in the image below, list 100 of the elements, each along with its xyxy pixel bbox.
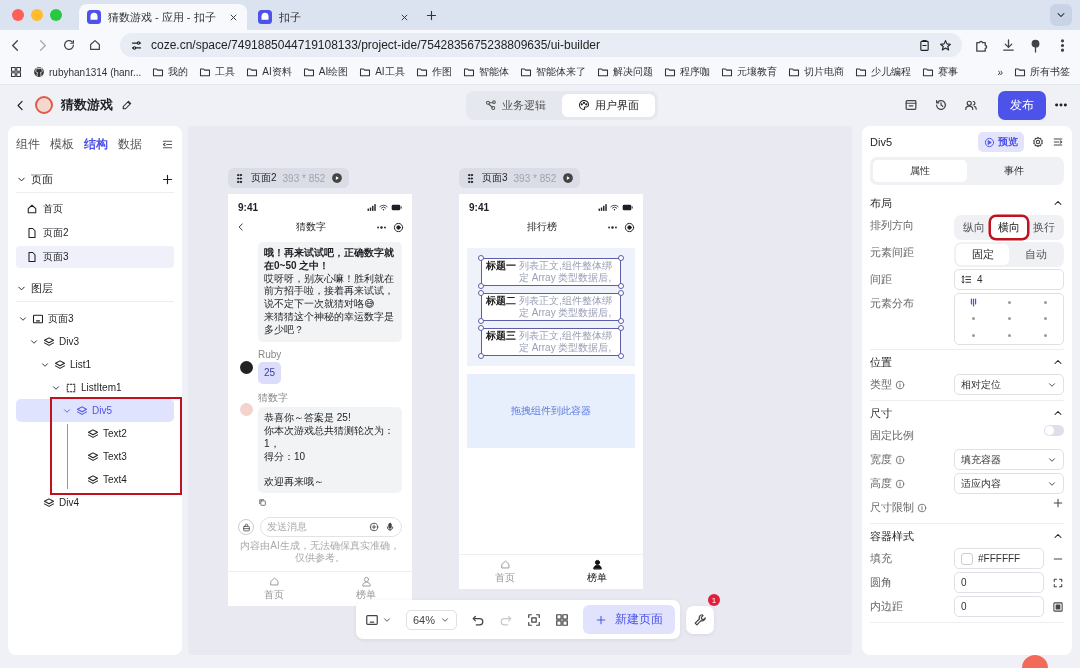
page-item[interactable]: 首页 xyxy=(16,198,174,220)
star-icon[interactable] xyxy=(939,38,952,52)
text-field[interactable]: 0 xyxy=(954,572,1044,593)
segment-option[interactable]: 横向 xyxy=(991,217,1027,238)
tree-item[interactable]: ListItem1 xyxy=(16,376,174,399)
preview-button[interactable]: 预览 xyxy=(978,132,1024,152)
resize-handle[interactable] xyxy=(618,255,624,261)
copy-icon[interactable] xyxy=(258,498,267,508)
bookmark[interactable]: 智能体 xyxy=(462,65,509,79)
expand-panel-icon[interactable] xyxy=(1052,136,1064,148)
bookmark[interactable]: 智能体来了 xyxy=(519,65,586,79)
list-item[interactable]: 标题一 列表正文,组件整体绑定 Array 类型数据后, xyxy=(481,258,621,286)
more-bookmarks-button[interactable]: » xyxy=(997,66,1003,78)
select-field[interactable]: 填充容器 xyxy=(954,449,1064,470)
drag-handle-icon[interactable] xyxy=(234,172,245,184)
grid-icon[interactable] xyxy=(555,612,570,627)
corners-icon[interactable] xyxy=(1052,576,1064,589)
home-icon[interactable] xyxy=(88,38,102,52)
page-item[interactable]: 页面3 xyxy=(16,246,174,268)
resize-handle[interactable] xyxy=(618,353,624,359)
color-field[interactable]: #FFFFFF xyxy=(954,548,1044,569)
resize-handle[interactable] xyxy=(478,255,484,261)
new-page-button[interactable]: 新建页面 xyxy=(583,605,676,634)
tune-icon[interactable] xyxy=(130,38,143,52)
bookmark[interactable]: 切片电商 xyxy=(787,65,844,79)
reload-icon[interactable] xyxy=(62,38,76,52)
users-icon[interactable] xyxy=(964,98,978,112)
mode-tab[interactable]: 用户界面 xyxy=(562,93,655,117)
panel-tab[interactable]: 结构 xyxy=(84,136,108,153)
add-icon[interactable] xyxy=(369,522,379,533)
list-item[interactable]: 标题二 列表正文,组件整体绑定 Array 类型数据后, xyxy=(481,293,621,321)
microphone-icon[interactable] xyxy=(385,522,395,533)
browser-tab[interactable]: 猜数游戏 - 应用 - 扣子 xyxy=(79,4,247,30)
segment-option[interactable]: 自动 xyxy=(1009,244,1062,265)
edit-icon[interactable] xyxy=(121,99,133,111)
number-field[interactable]: 4 xyxy=(954,269,1064,290)
tree-item[interactable]: Text4 xyxy=(16,468,174,491)
panel-tab[interactable]: 组件 xyxy=(16,136,40,153)
device-button[interactable] xyxy=(365,612,392,627)
list-item[interactable]: 标题三 列表正文,组件整体绑定 Array 类型数据后, xyxy=(481,328,621,356)
address-field[interactable]: coze.cn/space/7491885044719108133/project-ide/7542835675238809635/ui-builder xyxy=(120,33,962,57)
play-icon[interactable] xyxy=(331,172,344,184)
download-icon[interactable] xyxy=(1001,37,1016,53)
bookmark[interactable]: 解决问题 xyxy=(596,65,653,79)
bookmark[interactable]: 我的 xyxy=(152,65,189,79)
tab-bar-item[interactable]: 榜单 xyxy=(587,559,607,585)
fit-screen-icon[interactable] xyxy=(527,612,542,627)
bookmark[interactable]: 少儿编程 xyxy=(854,65,911,79)
publish-button[interactable]: 发布 xyxy=(998,90,1046,120)
bookmark[interactable]: 程序咖 xyxy=(663,65,710,79)
plus-icon[interactable] xyxy=(161,173,174,186)
tree-item[interactable]: 页面3 xyxy=(16,307,174,330)
bookmark[interactable]: 工具 xyxy=(199,65,236,79)
tree-item[interactable]: Text3 xyxy=(16,445,174,468)
zoom-select[interactable]: 64% xyxy=(406,609,458,630)
bookmark[interactable]: rubyhan1314 (hanr... xyxy=(33,66,142,78)
target-icon[interactable] xyxy=(393,221,404,233)
tools-button[interactable] xyxy=(686,605,715,634)
text-field[interactable]: 0 xyxy=(954,596,1044,617)
panel-tab[interactable]: 模板 xyxy=(50,136,74,153)
target-icon[interactable] xyxy=(624,221,635,233)
segment-option[interactable]: 换行 xyxy=(1026,217,1062,238)
tree-item[interactable]: Div3 xyxy=(16,330,174,353)
clipboard-icon[interactable] xyxy=(918,38,931,52)
tree-item[interactable]: Text2 xyxy=(16,422,174,445)
bookmark[interactable]: AI工具 xyxy=(359,65,405,79)
panel-tab[interactable]: 属性 xyxy=(873,160,967,182)
padding-icon[interactable] xyxy=(1052,600,1064,613)
tree-item[interactable]: List1 xyxy=(16,353,174,376)
drag-handle-icon[interactable] xyxy=(465,172,476,184)
bookmark[interactable]: AI绘图 xyxy=(302,65,349,79)
play-icon[interactable] xyxy=(562,172,575,184)
segment-option[interactable]: 纵向 xyxy=(956,217,992,238)
bookmark[interactable]: 作图 xyxy=(415,65,452,79)
settings-icon[interactable] xyxy=(1032,136,1044,148)
resize-handle[interactable] xyxy=(478,353,484,359)
panel-tab[interactable]: 数据 xyxy=(118,136,142,153)
select-field[interactable]: 适应内容 xyxy=(954,473,1064,494)
toggle-switch[interactable] xyxy=(1044,425,1064,436)
apps-icon[interactable] xyxy=(10,66,22,78)
collapse-icon[interactable] xyxy=(161,138,174,151)
mode-tab[interactable]: 业务逻辑 xyxy=(469,93,562,117)
tree-item[interactable]: Div4 xyxy=(16,491,174,514)
save-icon[interactable] xyxy=(904,98,918,112)
panel-tab[interactable]: 事件 xyxy=(967,160,1061,182)
bookmark[interactable]: 元壤教育 xyxy=(720,65,777,79)
back-icon[interactable] xyxy=(236,222,246,232)
page-item[interactable]: 页面2 xyxy=(16,222,174,244)
browser-tab[interactable]: 扣子 xyxy=(250,4,418,30)
plus-icon[interactable] xyxy=(425,8,438,22)
bookmark[interactable]: 赛事 xyxy=(921,65,958,79)
segment-option[interactable]: 固定 xyxy=(956,244,1009,265)
select-field[interactable]: 相对定位 xyxy=(954,374,1064,395)
screen-title: 排行榜 xyxy=(526,220,558,234)
bookmark[interactable]: AI资料 xyxy=(246,65,292,79)
history-icon[interactable] xyxy=(934,98,948,112)
tab-menu-button[interactable] xyxy=(1050,4,1072,26)
bookmark[interactable]: 所有书签 xyxy=(1014,65,1070,79)
folder-icon xyxy=(246,66,259,78)
tree-item[interactable]: Div5 xyxy=(16,399,174,422)
